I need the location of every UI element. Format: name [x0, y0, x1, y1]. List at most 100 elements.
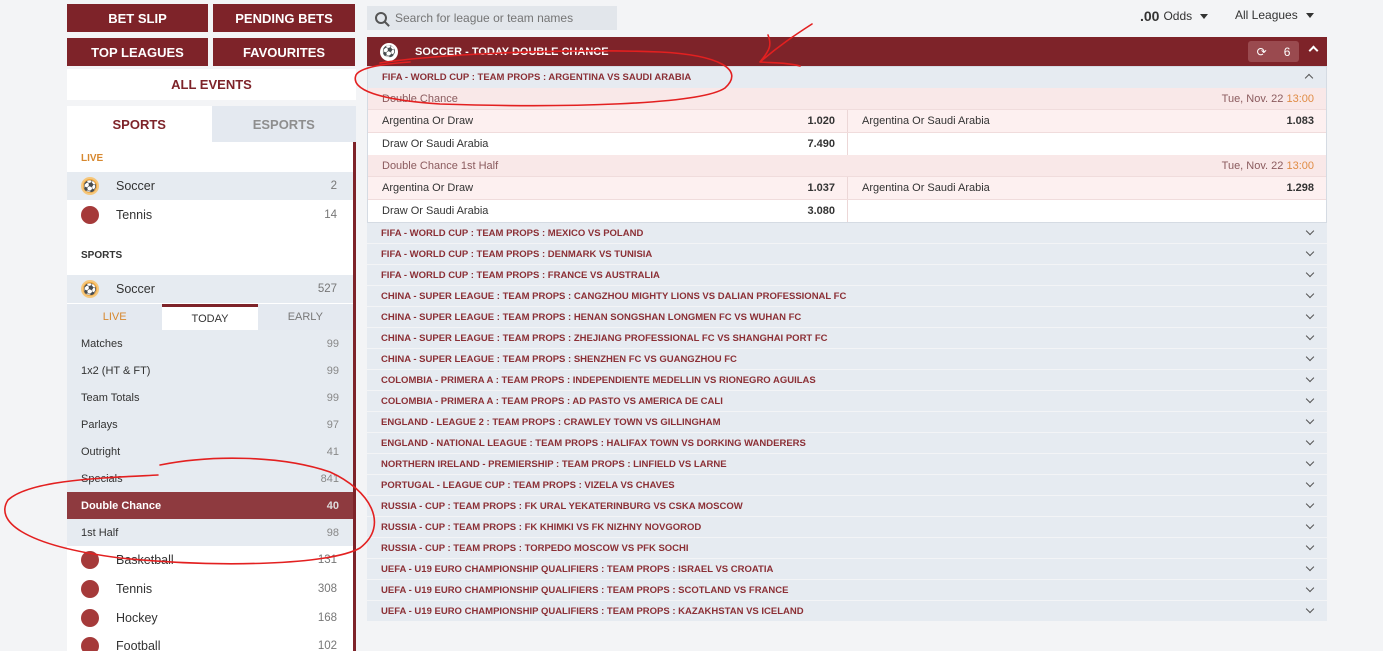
chevron-down-icon[interactable] — [1305, 457, 1315, 467]
market-date: Tue, Nov. 22 — [1221, 159, 1284, 172]
selection-label: Draw Or Saudi Arabia — [382, 205, 489, 217]
market-name: 1st Half — [81, 526, 119, 539]
event-row[interactable]: COLOMBIA - PRIMERA A : TEAM PROPS : AD P… — [367, 391, 1327, 412]
chevron-down-icon[interactable] — [1305, 247, 1315, 257]
odds-button[interactable]: Argentina Or Draw 1.037 — [368, 177, 847, 199]
sports-list: LIVE ⚽ Soccer 2 Tennis 14 SPORTS ⚽ Socce… — [67, 142, 356, 651]
tennis-ball-icon — [81, 206, 99, 224]
event-row[interactable]: CHINA - SUPER LEAGUE : TEAM PROPS : CANG… — [367, 286, 1327, 307]
odds-button[interactable]: Argentina Or Saudi Arabia 1.083 — [847, 110, 1326, 132]
chevron-down-icon[interactable] — [1305, 520, 1315, 530]
chevron-down-icon[interactable] — [1305, 583, 1315, 593]
event-title-row[interactable]: FIFA - WORLD CUP : TEAM PROPS : ARGENTIN… — [368, 67, 1326, 88]
event-row[interactable]: RUSSIA - CUP : TEAM PROPS : FK URAL YEKA… — [367, 496, 1327, 517]
event-row[interactable]: CHINA - SUPER LEAGUE : TEAM PROPS : ZHEJ… — [367, 328, 1327, 349]
market-double-chance[interactable]: Double Chance 40 — [67, 492, 353, 519]
football-icon — [81, 637, 99, 651]
event-row[interactable]: RUSSIA - CUP : TEAM PROPS : TORPEDO MOSC… — [367, 538, 1327, 559]
event-row[interactable]: FIFA - WORLD CUP : TEAM PROPS : FRANCE V… — [367, 265, 1327, 286]
odds-button[interactable]: Argentina Or Draw 1.020 — [368, 110, 847, 132]
event-title: RUSSIA - CUP : TEAM PROPS : FK KHIMKI VS… — [381, 521, 702, 533]
refresh-button[interactable]: ⟳ 6 — [1248, 41, 1299, 62]
chevron-down-icon[interactable] — [1305, 310, 1315, 320]
chevron-down-icon[interactable] — [1305, 499, 1315, 509]
top-leagues-button[interactable]: TOP LEAGUES — [67, 38, 208, 66]
sport-soccer[interactable]: ⚽ Soccer 527 — [67, 275, 353, 303]
chevron-up-icon[interactable] — [1304, 73, 1314, 83]
pending-bets-button[interactable]: PENDING BETS — [213, 4, 355, 32]
event-row[interactable]: COLOMBIA - PRIMERA A : TEAM PROPS : INDE… — [367, 370, 1327, 391]
tab-early[interactable]: EARLY — [258, 304, 353, 330]
sport-count: 131 — [317, 554, 337, 566]
chevron-down-icon[interactable] — [1305, 394, 1315, 404]
event-row[interactable]: UEFA - U19 EURO CHAMPIONSHIP QUALIFIERS … — [367, 580, 1327, 601]
market-parlays[interactable]: Parlays 97 — [67, 411, 353, 438]
chevron-down-icon[interactable] — [1305, 478, 1315, 488]
sport-football[interactable]: Football 102 — [67, 632, 353, 651]
market-name: 1x2 (HT & FT) — [81, 364, 151, 377]
market-time: 13:00 — [1286, 92, 1314, 105]
market-1st-half[interactable]: 1st Half 98 — [67, 519, 353, 546]
market-count: 99 — [326, 337, 339, 350]
odds-row: Draw Or Saudi Arabia 7.490 — [368, 132, 1326, 155]
chevron-down-icon[interactable] — [1305, 268, 1315, 278]
chevron-down-icon[interactable] — [1305, 331, 1315, 341]
market-team-totals[interactable]: Team Totals 99 — [67, 384, 353, 411]
market-1x2[interactable]: 1x2 (HT & FT) 99 — [67, 357, 353, 384]
event-row[interactable]: NORTHERN IRELAND - PREMIERSHIP : TEAM PR… — [367, 454, 1327, 475]
hockey-puck-icon — [81, 609, 99, 627]
event-title: UEFA - U19 EURO CHAMPIONSHIP QUALIFIERS … — [381, 563, 774, 575]
event-row[interactable]: ENGLAND - NATIONAL LEAGUE : TEAM PROPS :… — [367, 433, 1327, 454]
event-row[interactable]: FIFA - WORLD CUP : TEAM PROPS : MEXICO V… — [367, 223, 1327, 244]
live-sport-tennis[interactable]: Tennis 14 — [67, 201, 353, 229]
odds-value: 3.080 — [807, 205, 835, 217]
event-row[interactable]: ENGLAND - LEAGUE 2 : TEAM PROPS : CRAWLE… — [367, 412, 1327, 433]
event-title: RUSSIA - CUP : TEAM PROPS : TORPEDO MOSC… — [381, 542, 689, 554]
event-row[interactable]: RUSSIA - CUP : TEAM PROPS : FK KHIMKI VS… — [367, 517, 1327, 538]
chevron-down-icon[interactable] — [1305, 373, 1315, 383]
odds-button[interactable]: Draw Or Saudi Arabia 3.080 — [368, 200, 847, 222]
collapse-icon[interactable] — [1308, 45, 1319, 56]
market-name: Matches — [81, 337, 123, 350]
chevron-down-icon[interactable] — [1305, 436, 1315, 446]
tab-live[interactable]: LIVE — [67, 304, 162, 330]
event-row[interactable]: CHINA - SUPER LEAGUE : TEAM PROPS : HENA… — [367, 307, 1327, 328]
soccer-ball-icon: ⚽ — [380, 42, 398, 61]
selection-label: Argentina Or Saudi Arabia — [862, 182, 990, 194]
bet-slip-button[interactable]: BET SLIP — [67, 4, 208, 32]
tab-esports[interactable]: ESPORTS — [211, 106, 356, 142]
chevron-down-icon[interactable] — [1305, 226, 1315, 236]
chevron-down-icon[interactable] — [1305, 289, 1315, 299]
event-title: FIFA - WORLD CUP : TEAM PROPS : ARGENTIN… — [382, 72, 692, 83]
sport-tennis[interactable]: Tennis 308 — [67, 575, 353, 603]
odds-button[interactable]: Draw Or Saudi Arabia 7.490 — [368, 133, 847, 155]
chevron-down-icon[interactable] — [1305, 415, 1315, 425]
event-title: NORTHERN IRELAND - PREMIERSHIP : TEAM PR… — [381, 458, 727, 470]
chevron-down-icon[interactable] — [1305, 352, 1315, 362]
sport-basketball[interactable]: Basketball 131 — [67, 546, 353, 574]
market-matches[interactable]: Matches 99 — [67, 330, 353, 357]
live-sport-soccer[interactable]: ⚽ Soccer 2 — [67, 172, 353, 200]
event-row[interactable]: UEFA - U19 EURO CHAMPIONSHIP QUALIFIERS … — [367, 559, 1327, 580]
market-date: Tue, Nov. 22 — [1221, 92, 1284, 105]
favourites-button[interactable]: FAVOURITES — [213, 38, 355, 66]
tab-sports[interactable]: SPORTS — [67, 106, 212, 142]
chevron-down-icon[interactable] — [1305, 541, 1315, 551]
all-events-button[interactable]: ALL EVENTS — [67, 69, 356, 100]
event-row[interactable]: FIFA - WORLD CUP : TEAM PROPS : DENMARK … — [367, 244, 1327, 265]
league-filter-select[interactable]: All Leagues — [1235, 8, 1314, 22]
sport-name: Football — [116, 639, 161, 651]
event-row[interactable]: PORTUGAL - LEAGUE CUP : TEAM PROPS : VIZ… — [367, 475, 1327, 496]
chevron-down-icon[interactable] — [1305, 604, 1315, 614]
odds-row: Argentina Or Draw 1.020 Argentina Or Saud… — [368, 109, 1326, 132]
search-input[interactable] — [395, 11, 605, 25]
event-row[interactable]: CHINA - SUPER LEAGUE : TEAM PROPS : SHEN… — [367, 349, 1327, 370]
sport-hockey[interactable]: Hockey 168 — [67, 604, 353, 632]
odds-format-select[interactable]: .00 Odds — [1140, 8, 1209, 24]
market-outright[interactable]: Outright 41 — [67, 438, 353, 465]
tab-today[interactable]: TODAY — [162, 304, 258, 330]
market-specials[interactable]: Specials 841 — [67, 465, 353, 492]
event-row[interactable]: UEFA - U19 EURO CHAMPIONSHIP QUALIFIERS … — [367, 601, 1327, 622]
chevron-down-icon[interactable] — [1305, 562, 1315, 572]
odds-button[interactable]: Argentina Or Saudi Arabia 1.298 — [847, 177, 1326, 199]
